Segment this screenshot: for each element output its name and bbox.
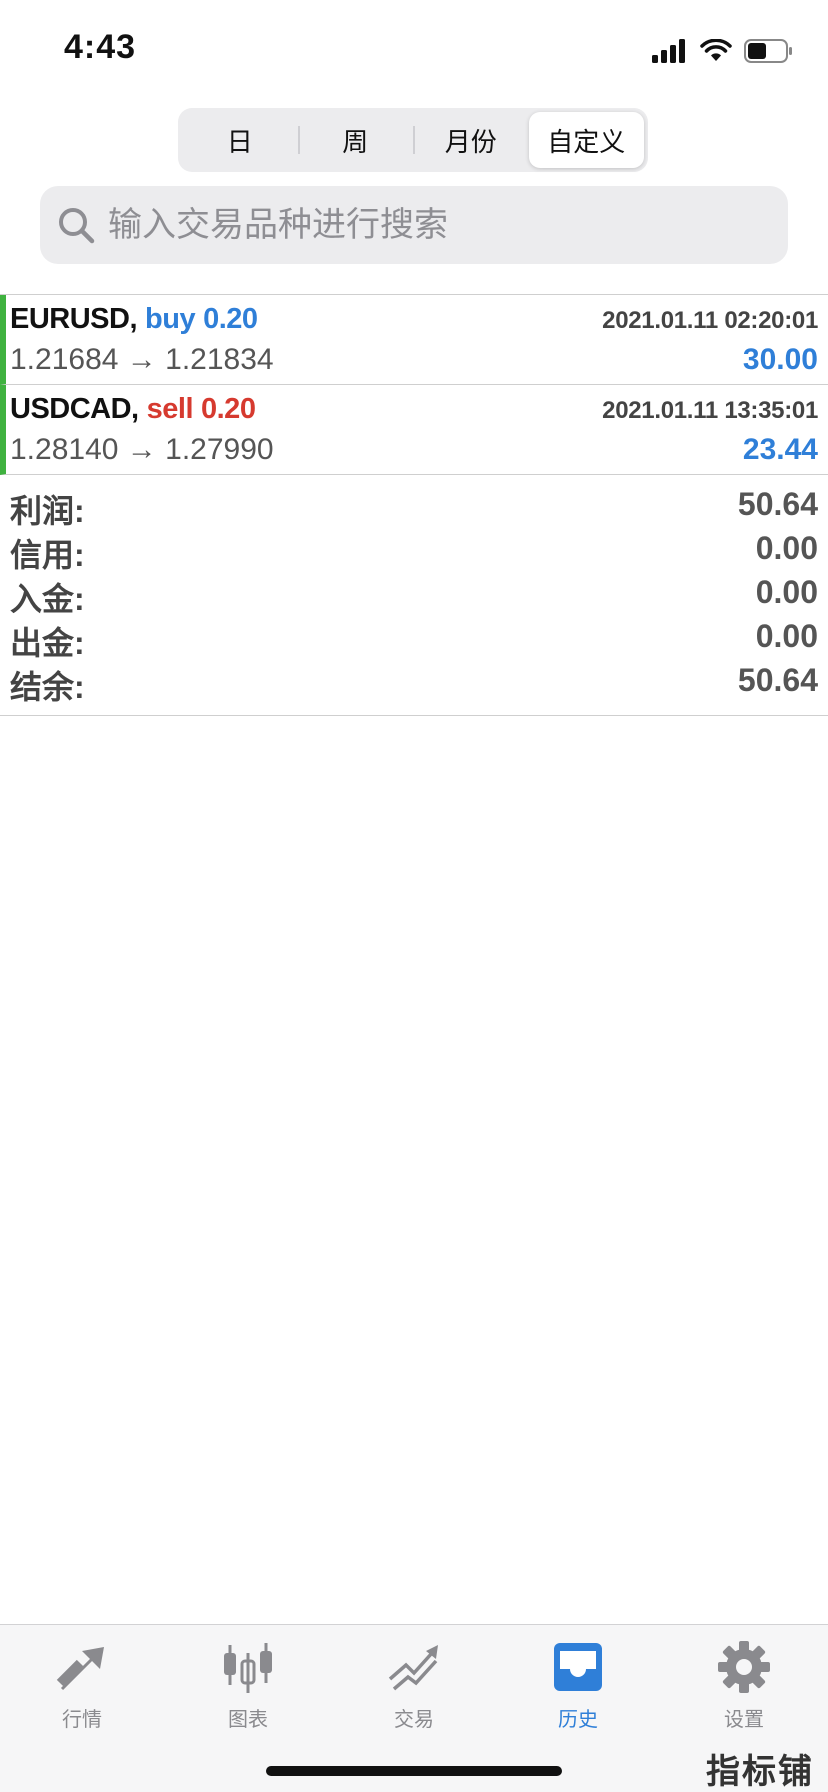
trade-close-price: 1.21834 <box>165 343 274 376</box>
summary-label: 信用: <box>10 537 85 573</box>
summary-value: 0.00 <box>755 618 818 654</box>
summary-label: 利润: <box>10 493 85 529</box>
status-bar: 4:43 <box>0 0 828 100</box>
trade-open-price: 1.28140 <box>10 433 119 466</box>
trade-header: USDCAD, sell 0.20 <box>10 393 256 426</box>
trade-prices: 1.21684 → 1.21834 <box>10 343 274 377</box>
wifi-icon <box>700 39 732 61</box>
tab-charts[interactable]: 图表 <box>188 1639 308 1739</box>
trade-history-list: EURUSD, buy 0.20 2021.01.11 02:20:01 1.2… <box>0 294 828 475</box>
history-inbox-icon <box>554 1643 602 1691</box>
segment-day[interactable]: 日 <box>182 112 298 168</box>
summary-value: 0.00 <box>755 574 818 610</box>
summary-label: 入金: <box>10 581 85 617</box>
trade-prices: 1.28140 → 1.27990 <box>10 433 274 467</box>
cellular-signal-icon <box>652 39 685 63</box>
search-bar <box>40 186 788 264</box>
tab-label: 历史 <box>558 1709 598 1731</box>
chart-candles-icon <box>224 1643 272 1693</box>
summary-label: 出金: <box>10 625 85 661</box>
gear-icon <box>718 1641 770 1693</box>
trade-side: sell <box>146 393 194 425</box>
trade-row[interactable]: EURUSD, buy 0.20 2021.01.11 02:20:01 1.2… <box>0 295 828 385</box>
summary-value: 50.64 <box>737 486 818 522</box>
trade-profit: 23.44 <box>742 433 818 466</box>
summary-row-profit: 利润: 50.64 <box>0 484 828 529</box>
tab-settings[interactable]: 设置 <box>684 1639 804 1739</box>
trade-header: EURUSD, buy 0.20 <box>10 303 258 336</box>
home-indicator <box>266 1766 562 1776</box>
trade-symbol: USDCAD, <box>10 393 139 425</box>
summary-label: 结余: <box>10 669 85 705</box>
battery-icon <box>744 39 792 63</box>
summary-row-balance: 结余: 50.64 <box>0 660 828 705</box>
tab-label: 设置 <box>724 1709 764 1731</box>
trade-row[interactable]: USDCAD, sell 0.20 2021.01.11 13:35:01 1.… <box>0 385 828 475</box>
segment-month[interactable]: 月份 <box>413 112 529 168</box>
arrow-right-icon: → <box>126 433 157 466</box>
trade-profit: 30.00 <box>742 343 818 376</box>
search-input[interactable] <box>108 205 788 245</box>
summary-row-credit: 信用: 0.00 <box>0 528 828 573</box>
trade-icon <box>388 1645 438 1691</box>
arrow-right-icon: → <box>126 343 157 376</box>
tab-history[interactable]: 历史 <box>518 1639 638 1739</box>
quotes-icon <box>56 1647 104 1691</box>
trade-close-price: 1.27990 <box>165 433 274 466</box>
trade-open-price: 1.21684 <box>10 343 119 376</box>
trade-time: 2021.01.11 02:20:01 <box>602 307 818 334</box>
tab-label: 交易 <box>394 1709 434 1731</box>
summary-value: 0.00 <box>755 530 818 566</box>
segment-custom[interactable]: 自定义 <box>528 112 644 168</box>
tab-label: 图表 <box>228 1709 268 1731</box>
trade-volume: 0.20 <box>203 303 258 335</box>
summary-row-withdrawal: 出金: 0.00 <box>0 616 828 661</box>
tab-label: 行情 <box>62 1709 102 1731</box>
trade-time: 2021.01.11 13:35:01 <box>602 397 818 424</box>
account-summary: 利润: 50.64 信用: 0.00 入金: 0.00 出金: 0.00 结余:… <box>0 474 828 716</box>
tab-trade[interactable]: 交易 <box>354 1639 474 1739</box>
watermark: 指标铺 <box>706 1753 814 1791</box>
trade-symbol: EURUSD, <box>10 303 138 335</box>
status-icons <box>652 36 794 66</box>
trade-side: buy <box>145 303 196 335</box>
search-icon <box>59 208 95 244</box>
segment-week[interactable]: 周 <box>297 112 414 168</box>
status-time: 4:43 <box>64 28 137 66</box>
period-segmented-control: 日 周 月份 自定义 <box>178 108 648 172</box>
summary-value: 50.64 <box>737 662 818 698</box>
tab-quotes[interactable]: 行情 <box>22 1639 142 1739</box>
trade-volume: 0.20 <box>201 393 256 425</box>
summary-row-deposit: 入金: 0.00 <box>0 572 828 617</box>
